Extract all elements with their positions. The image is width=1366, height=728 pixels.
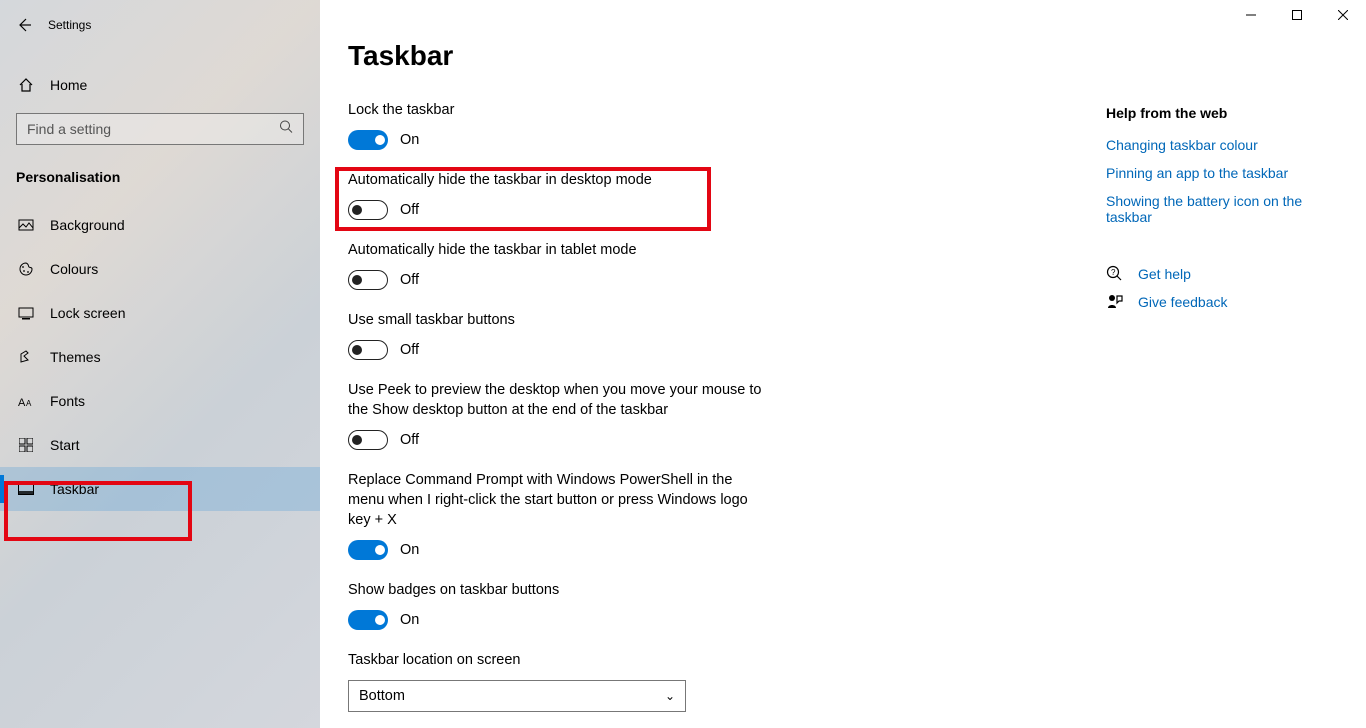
setting-label: Show badges on taskbar buttons	[348, 580, 768, 600]
sidebar-item-label: Colours	[50, 261, 98, 277]
toggle-small-buttons[interactable]	[348, 340, 388, 360]
help-link[interactable]: Pinning an app to the taskbar	[1106, 165, 1338, 181]
feedback-icon	[1106, 293, 1124, 311]
sidebar-item-lock-screen[interactable]: Lock screen	[0, 291, 320, 335]
toggle-lock-taskbar[interactable]	[348, 130, 388, 150]
svg-text:A: A	[26, 399, 32, 408]
sidebar: Settings Home Personalisation Background	[0, 0, 320, 728]
sidebar-item-label: Start	[50, 437, 80, 453]
toggle-state: On	[400, 542, 419, 558]
setting-label: Lock the taskbar	[348, 100, 768, 120]
toggle-badges[interactable]	[348, 610, 388, 630]
picture-icon	[16, 217, 36, 233]
search-input[interactable]	[17, 114, 303, 144]
chevron-down-icon: ⌄	[665, 689, 675, 703]
get-help-link[interactable]: Get help	[1138, 266, 1191, 282]
toggle-state: On	[400, 612, 419, 628]
setting-label: Use Peek to preview the desktop when you…	[348, 380, 768, 420]
fonts-icon: AA	[16, 394, 36, 408]
app-title: Settings	[48, 18, 91, 32]
help-icon: ?	[1106, 265, 1124, 283]
combo-taskbar-location[interactable]: Bottom ⌄	[348, 680, 686, 712]
toggle-state: Off	[400, 202, 419, 218]
sidebar-item-label: Fonts	[50, 393, 85, 409]
maximize-button[interactable]	[1274, 0, 1320, 30]
help-panel: Help from the web Changing taskbar colou…	[1106, 105, 1338, 311]
sidebar-item-taskbar[interactable]: Taskbar	[0, 467, 320, 511]
toggle-state: Off	[400, 342, 419, 358]
setting-label: Automatically hide the taskbar in deskto…	[348, 170, 768, 190]
sidebar-item-label: Lock screen	[50, 305, 125, 321]
start-icon	[16, 438, 36, 452]
toggle-state: Off	[400, 272, 419, 288]
setting-label: Use small taskbar buttons	[348, 310, 768, 330]
setting-label: Automatically hide the taskbar in tablet…	[348, 240, 768, 260]
minimize-button[interactable]	[1228, 0, 1274, 30]
give-feedback-link[interactable]: Give feedback	[1138, 294, 1228, 310]
sidebar-item-themes[interactable]: Themes	[0, 335, 320, 379]
sidebar-home-label: Home	[50, 77, 87, 93]
toggle-autohide-desktop[interactable]	[348, 200, 388, 220]
search-icon	[279, 120, 293, 139]
themes-icon	[16, 349, 36, 365]
sidebar-item-fonts[interactable]: AA Fonts	[0, 379, 320, 423]
sidebar-item-colours[interactable]: Colours	[0, 247, 320, 291]
svg-text:?: ?	[1111, 268, 1116, 277]
setting-label: Taskbar location on screen	[348, 650, 768, 670]
lock-screen-icon	[16, 305, 36, 321]
svg-text:A: A	[18, 397, 26, 408]
category-header: Personalisation	[0, 145, 320, 195]
combo-value: Bottom	[359, 688, 405, 704]
search-box[interactable]	[16, 113, 304, 145]
help-title: Help from the web	[1106, 105, 1338, 121]
setting-label: Replace Command Prompt with Windows Powe…	[348, 470, 768, 530]
sidebar-item-background[interactable]: Background	[0, 203, 320, 247]
sidebar-item-label: Background	[50, 217, 125, 233]
close-button[interactable]	[1320, 0, 1366, 30]
help-link[interactable]: Showing the battery icon on the taskbar	[1106, 193, 1338, 225]
back-button[interactable]	[0, 5, 48, 45]
home-icon	[16, 77, 36, 93]
sidebar-item-start[interactable]: Start	[0, 423, 320, 467]
palette-icon	[16, 261, 36, 277]
help-link[interactable]: Changing taskbar colour	[1106, 137, 1338, 153]
toggle-state: Off	[400, 432, 419, 448]
toggle-autohide-tablet[interactable]	[348, 270, 388, 290]
sidebar-home[interactable]: Home	[0, 65, 320, 105]
toggle-powershell[interactable]	[348, 540, 388, 560]
taskbar-icon	[16, 483, 36, 495]
sidebar-item-label: Themes	[50, 349, 101, 365]
page-title: Taskbar	[348, 40, 1326, 72]
content-area: Taskbar Lock the taskbar On Automaticall…	[320, 0, 1366, 728]
sidebar-item-label: Taskbar	[50, 481, 99, 497]
toggle-peek[interactable]	[348, 430, 388, 450]
toggle-state: On	[400, 132, 419, 148]
window-controls	[1228, 0, 1366, 30]
